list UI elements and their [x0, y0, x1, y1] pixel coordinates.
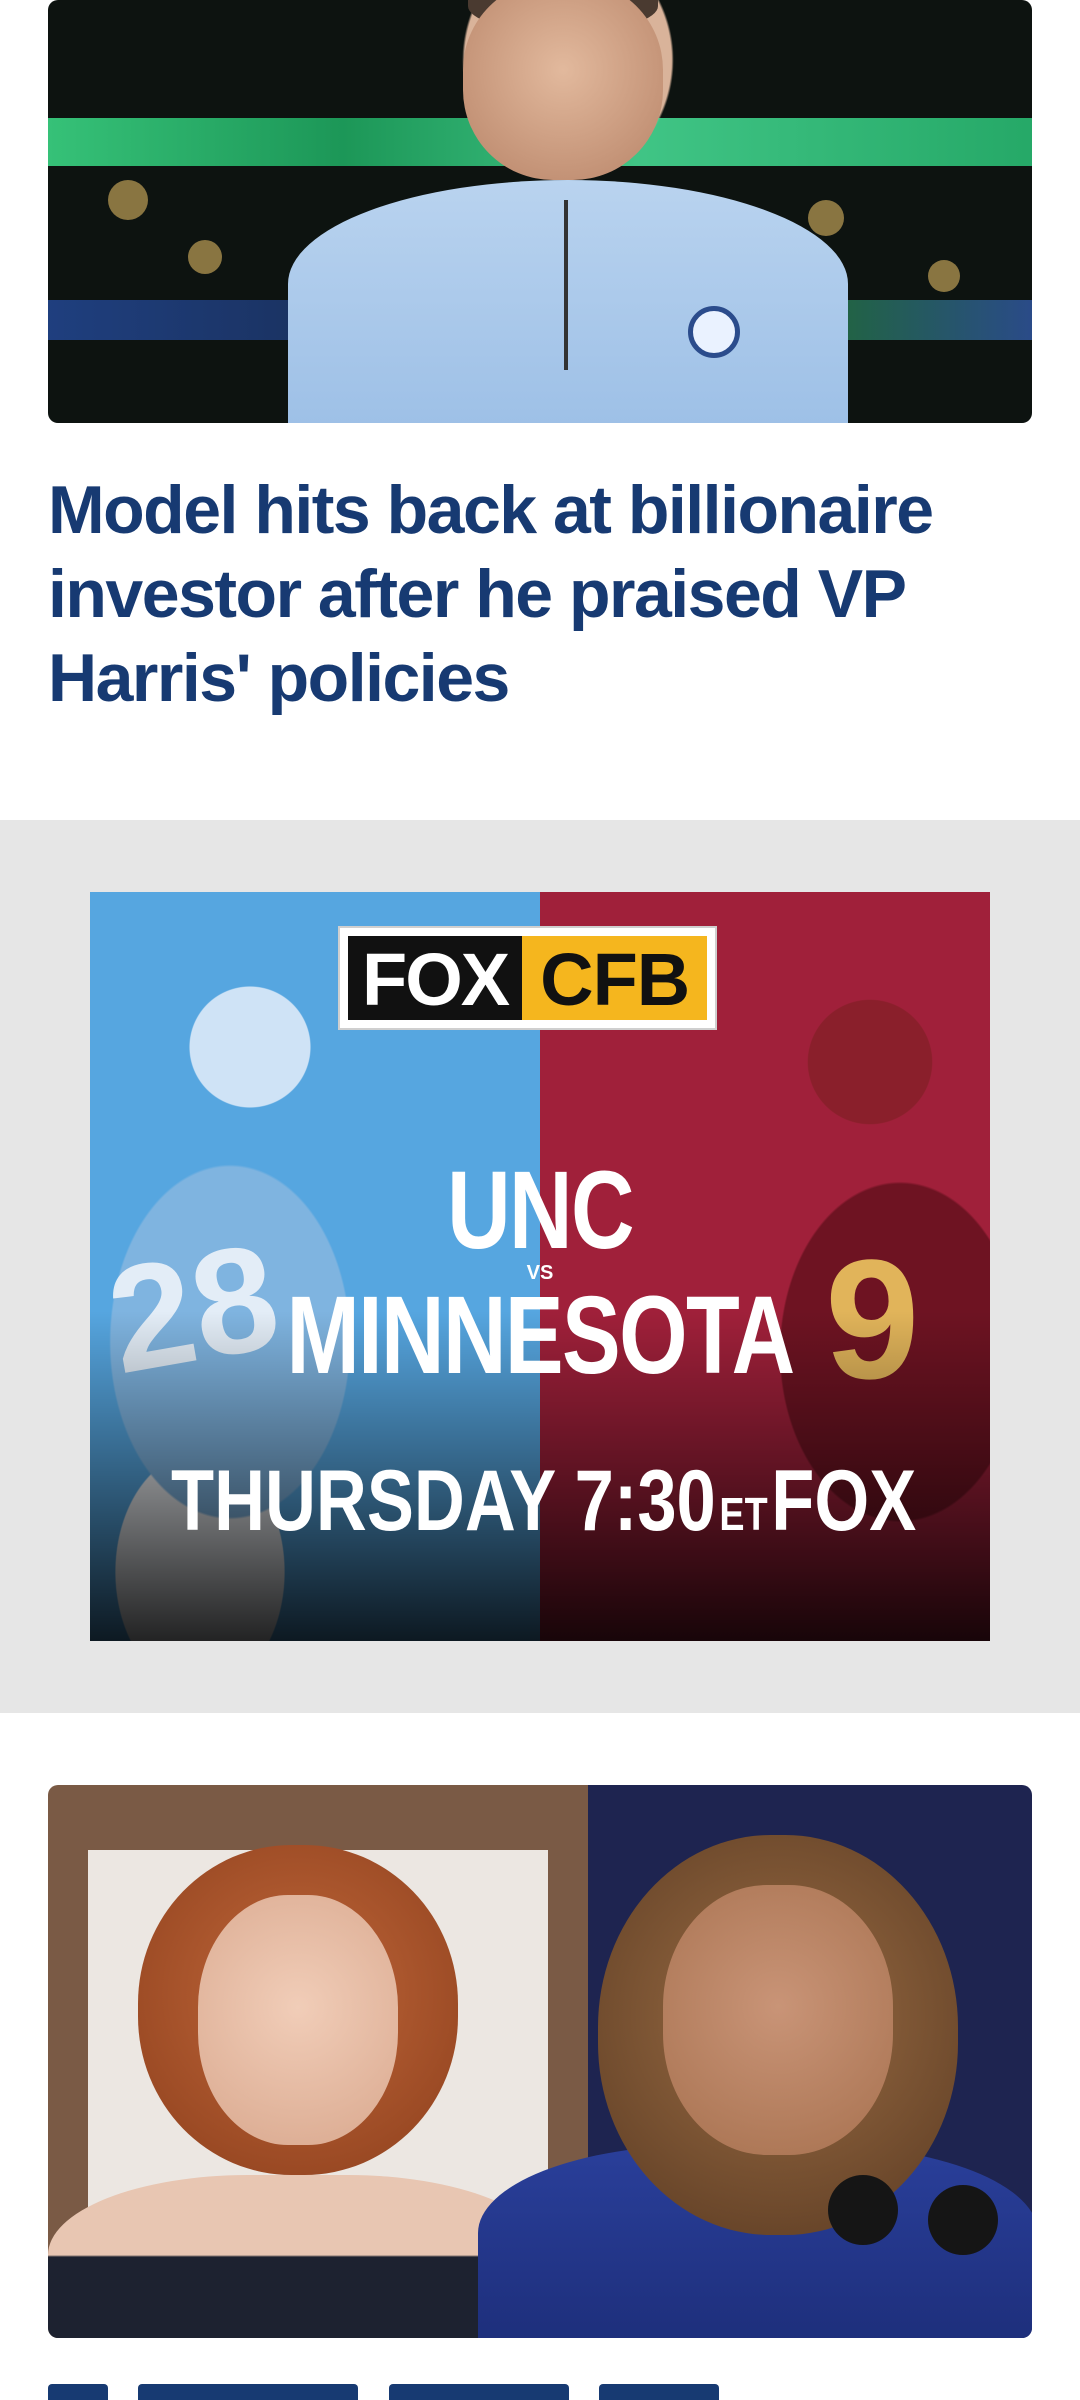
bokeh-light	[188, 240, 222, 274]
ad-banner[interactable]: 28 9 FOX CFB UNC VS MINNESOTA THURSDAY 7…	[90, 892, 990, 1641]
fox-cfb-logo: FOX CFB	[338, 926, 718, 1030]
text-fragment	[48, 2384, 108, 2400]
ad-team-home: UNC	[447, 1149, 634, 1272]
woman-left-face	[198, 1895, 398, 2145]
bokeh-light	[808, 200, 844, 236]
ad-timezone: ET	[719, 1488, 768, 1540]
team-logo-patch	[688, 306, 740, 358]
woman-right-face	[663, 1885, 893, 2155]
ad-team-away: MINNESOTA	[286, 1274, 795, 1397]
face	[463, 0, 663, 180]
bokeh-light	[928, 260, 960, 292]
microphone-icon	[828, 2175, 898, 2245]
logo-cfb: CFB	[522, 936, 708, 1021]
story-headline-1[interactable]: Model hits back at billionaire investor …	[48, 468, 1032, 720]
text-fragment	[388, 2384, 569, 2400]
ad-network: FOX	[771, 1453, 917, 1549]
story-image-1[interactable]	[48, 0, 1032, 423]
microphone-icon	[928, 2185, 998, 2255]
story-headline-2-peek[interactable]	[48, 2378, 1032, 2400]
text-fragment	[138, 2384, 359, 2400]
ad-day-time: THURSDAY 7:30	[171, 1453, 716, 1549]
zipper	[564, 200, 568, 370]
ad-schedule: THURSDAY 7:30 ET FOX	[171, 1452, 916, 1551]
shirt	[288, 180, 848, 423]
logo-fox: FOX	[348, 936, 523, 1021]
text-fragment	[599, 2384, 720, 2400]
woman-left-body	[48, 2175, 548, 2338]
story-image-2[interactable]	[48, 1785, 1032, 2338]
bokeh-light	[108, 180, 148, 220]
